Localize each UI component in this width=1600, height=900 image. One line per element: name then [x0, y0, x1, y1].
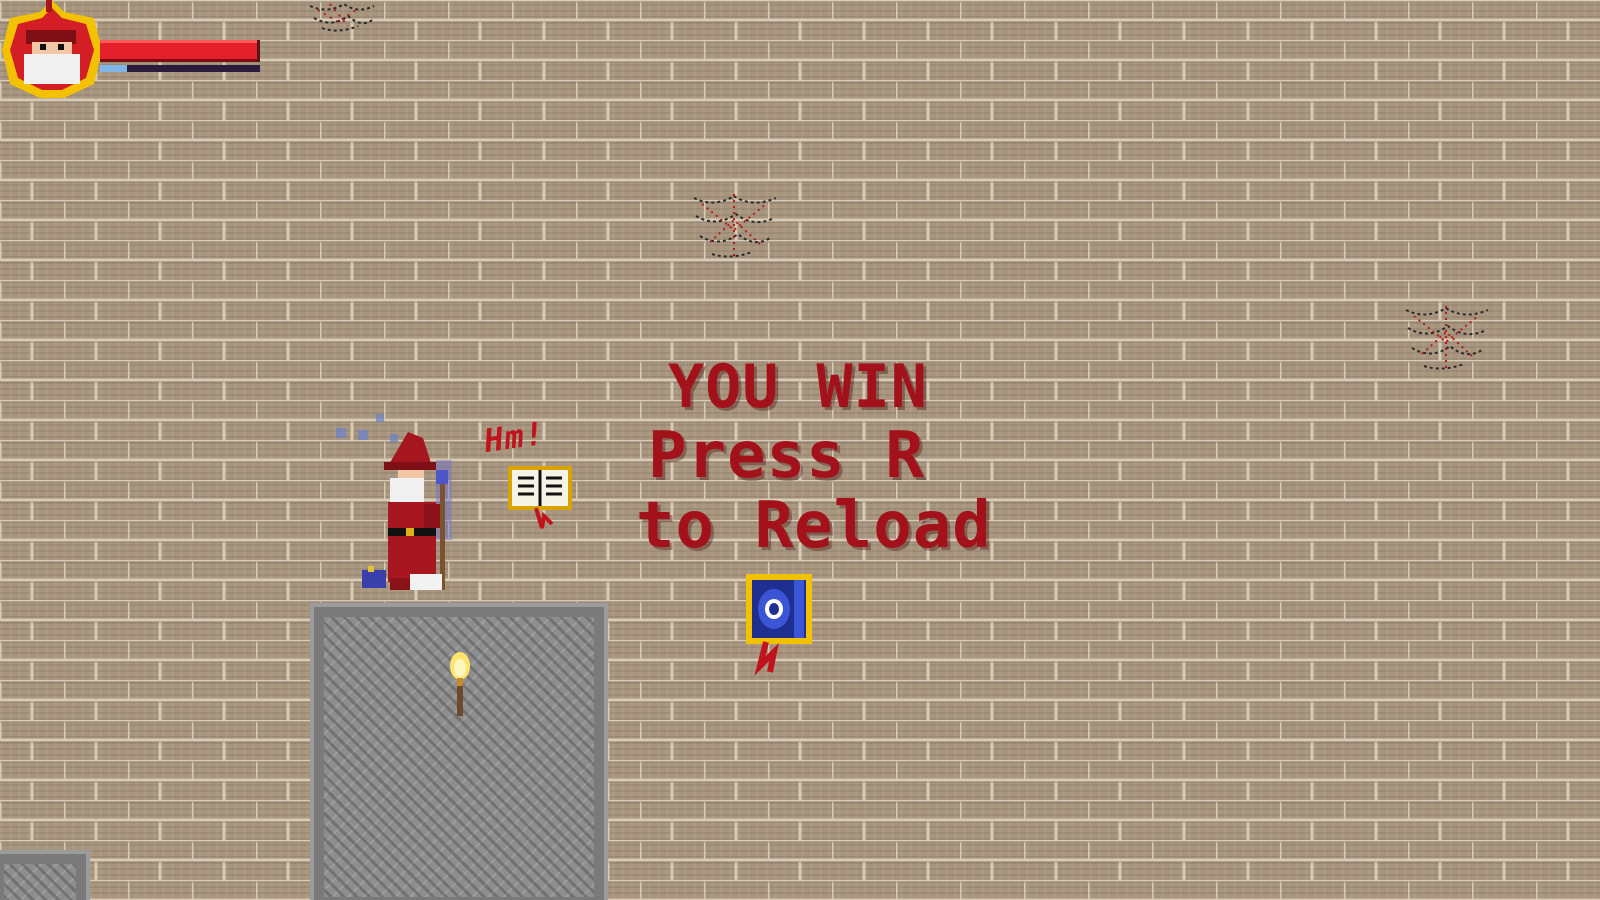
wizard-icon[interactable]: [328, 410, 468, 602]
cobweb-icon: [309, 2, 375, 32]
cobweb-icon: [1405, 306, 1489, 370]
press-r-text: Press R: [648, 419, 925, 493]
health-mana-bars: [100, 40, 260, 74]
to-reload-text: to Reload: [636, 489, 992, 563]
wizard-portrait-icon: [2, 0, 102, 98]
you-win-text: YOU WIN: [668, 352, 928, 422]
stone-platform-corner: [0, 850, 90, 900]
health-bar: [100, 40, 257, 62]
torch-icon: [450, 652, 470, 716]
spellbook-icon[interactable]: [506, 466, 576, 536]
game-scene[interactable]: Hm! YOU WIN Press R to Reload: [0, 0, 1600, 900]
eye-gem-icon[interactable]: [742, 572, 822, 676]
mana-bar: [100, 65, 128, 72]
cobweb-icon: [693, 194, 777, 258]
